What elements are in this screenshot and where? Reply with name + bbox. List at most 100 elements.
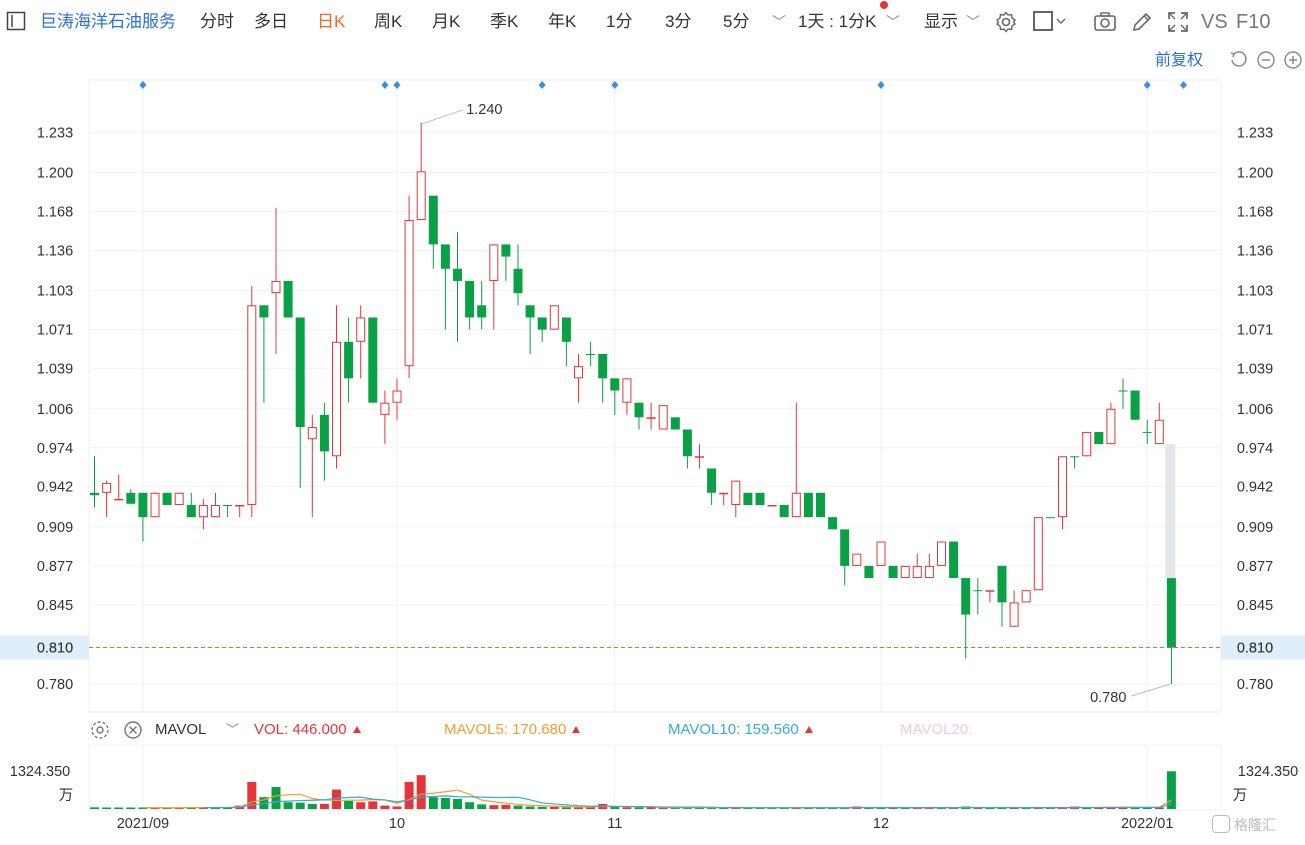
volume-close-icon[interactable] bbox=[122, 719, 144, 741]
candle-body bbox=[816, 492, 825, 518]
candle bbox=[622, 378, 632, 415]
candle bbox=[501, 244, 511, 281]
candle bbox=[138, 492, 148, 542]
candle-body bbox=[138, 492, 148, 518]
candle-body bbox=[1070, 456, 1080, 458]
event-marker-icon bbox=[1180, 81, 1187, 89]
candle bbox=[779, 504, 789, 518]
candle-body bbox=[985, 590, 995, 592]
volume-bar bbox=[344, 800, 354, 809]
candle-body bbox=[852, 553, 862, 566]
candle-body bbox=[513, 268, 523, 294]
volume-bar bbox=[561, 807, 571, 809]
candle-body bbox=[235, 504, 245, 507]
candle bbox=[937, 541, 946, 566]
candle-body bbox=[404, 220, 414, 367]
candle bbox=[174, 492, 184, 505]
y-tick-label: 1.006 bbox=[37, 402, 73, 418]
mavol10-value: 159.560 bbox=[744, 721, 799, 738]
candle bbox=[1070, 456, 1080, 469]
volume-bar bbox=[368, 801, 378, 809]
y-tick-label: 1.006 bbox=[1237, 402, 1273, 418]
candle bbox=[646, 402, 656, 430]
volume-bar bbox=[1166, 771, 1176, 809]
candle bbox=[380, 390, 390, 445]
candle bbox=[1094, 431, 1104, 445]
y-tick-label: 1.233 bbox=[37, 125, 73, 141]
candle bbox=[295, 317, 305, 488]
volume-indicator-select[interactable]: MAVOL bbox=[155, 718, 206, 742]
candle bbox=[211, 492, 220, 518]
y-tick-label: 1.039 bbox=[1237, 362, 1273, 378]
volume-bar bbox=[380, 805, 390, 809]
candle bbox=[1082, 431, 1092, 457]
event-marker-icon bbox=[538, 81, 546, 89]
x-axis: 2021/09 10 11 12 2022/01 bbox=[117, 816, 1174, 832]
candle bbox=[247, 285, 257, 518]
y-tick-label: 1.136 bbox=[37, 243, 73, 259]
candle-body bbox=[368, 317, 378, 403]
y-tick-label: 1.103 bbox=[1237, 284, 1273, 300]
candle-body bbox=[295, 317, 305, 428]
candle bbox=[114, 474, 124, 501]
candle bbox=[731, 480, 741, 518]
volume-ma-lines: 1324.350 万 1324.350 万 bbox=[10, 764, 1298, 809]
candle-body bbox=[949, 541, 959, 579]
volume-unit-label: 万 bbox=[59, 788, 74, 804]
candle bbox=[973, 578, 983, 615]
y-tick-label: 0.974 bbox=[37, 441, 73, 457]
candle bbox=[561, 317, 571, 367]
candle bbox=[1009, 590, 1019, 627]
candle-body bbox=[598, 353, 608, 379]
candle bbox=[610, 378, 620, 415]
candle-body bbox=[1154, 419, 1164, 445]
candle-body bbox=[247, 305, 257, 505]
candle bbox=[1033, 517, 1043, 591]
volume-max-label: 1324.350 bbox=[10, 764, 70, 780]
mavol5-label: MAVOL5: bbox=[444, 721, 508, 738]
candle-body bbox=[1094, 431, 1104, 445]
candle-body bbox=[1166, 578, 1176, 648]
candle-body bbox=[102, 483, 112, 493]
candle bbox=[682, 429, 692, 469]
candle-body bbox=[356, 317, 366, 342]
mavol10-legend: MAVOL10: 159.560 bbox=[668, 718, 813, 742]
candle-body bbox=[380, 402, 390, 415]
candle bbox=[707, 468, 717, 505]
candle-body bbox=[283, 280, 293, 318]
candle bbox=[283, 280, 293, 318]
candle bbox=[755, 492, 765, 505]
candle-body bbox=[658, 405, 668, 430]
candle-body bbox=[1118, 390, 1128, 392]
candle bbox=[1118, 378, 1128, 409]
candle bbox=[598, 353, 608, 403]
volume-bar bbox=[634, 807, 644, 809]
volume-bar bbox=[271, 787, 281, 809]
gap-shade bbox=[1165, 444, 1176, 579]
candle bbox=[259, 305, 269, 403]
candle-body bbox=[900, 565, 910, 579]
candle-body bbox=[864, 565, 874, 579]
vol-value: 446.000 bbox=[292, 721, 347, 738]
candle-body bbox=[1082, 431, 1092, 457]
mavol5-value: 170.680 bbox=[512, 721, 567, 738]
candle-body bbox=[332, 341, 341, 457]
candle bbox=[1045, 517, 1055, 519]
candle-body bbox=[682, 429, 692, 457]
x-tick-label: 2021/09 bbox=[117, 816, 169, 832]
volume-settings-icon[interactable] bbox=[89, 719, 111, 741]
candle bbox=[912, 553, 922, 579]
candle-body bbox=[186, 504, 196, 518]
candle bbox=[271, 207, 281, 354]
candle bbox=[719, 492, 729, 505]
candle-body bbox=[937, 541, 946, 566]
max-label-leader bbox=[422, 109, 464, 125]
y-tick-label: 0.780 bbox=[1237, 677, 1273, 693]
volume-bar bbox=[440, 798, 450, 809]
volume-bar bbox=[295, 802, 305, 809]
candle-body bbox=[731, 480, 741, 505]
candle bbox=[489, 244, 499, 330]
candle-body bbox=[537, 317, 547, 330]
candle bbox=[1058, 456, 1067, 530]
chevron-down-icon[interactable]: ﹀ bbox=[226, 718, 239, 742]
